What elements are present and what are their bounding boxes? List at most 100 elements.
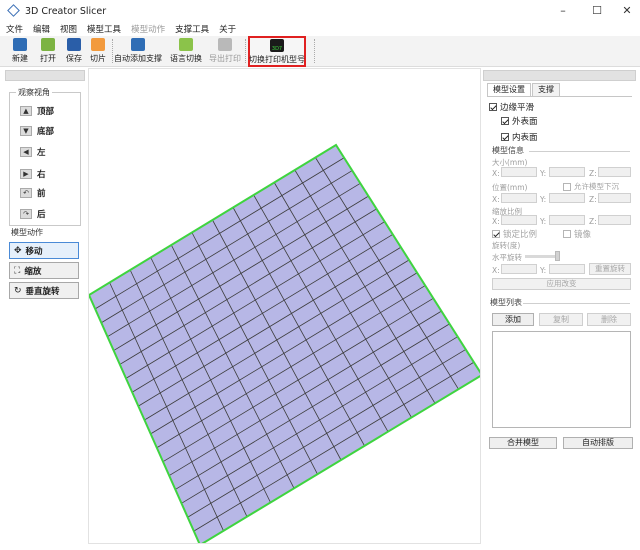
- 3d-viewport[interactable]: [88, 68, 481, 544]
- move-button[interactable]: ✥ 移动: [9, 242, 79, 259]
- menu-about[interactable]: 关于: [219, 23, 236, 35]
- left-panel-header: [5, 70, 85, 81]
- title-bar: 3D Creator Slicer – ☐ ✕: [0, 0, 640, 22]
- view-top-button[interactable]: ▲ 顶部: [20, 105, 54, 117]
- position-label: 位置(mm): [492, 183, 528, 192]
- scale-z-input[interactable]: [598, 215, 631, 225]
- new-file-icon: [13, 38, 27, 51]
- menu-edit[interactable]: 编辑: [33, 23, 50, 35]
- checkbox-checked-icon: [492, 230, 500, 238]
- inner-surface-checkbox[interactable]: 内表面: [501, 131, 538, 143]
- new-button[interactable]: 新建: [8, 37, 32, 66]
- tab-model-settings[interactable]: 模型设置: [487, 83, 531, 96]
- apply-changes-button[interactable]: 应用改变: [492, 278, 631, 290]
- outer-surface-checkbox[interactable]: 外表面: [501, 115, 538, 127]
- view-front-button[interactable]: ↶ 前: [20, 187, 46, 199]
- scale-x-label: X:: [492, 217, 500, 226]
- rotation-x-label: X:: [492, 266, 500, 275]
- open-icon: [41, 38, 55, 51]
- switch-printer-model-button[interactable]: 3D7 切换打印机型号: [248, 36, 306, 67]
- menu-support-tools[interactable]: 支撑工具: [175, 23, 209, 35]
- copy-model-button[interactable]: 复制: [539, 313, 583, 326]
- tab-support[interactable]: 支撑: [532, 83, 560, 96]
- scale-x-input[interactable]: [501, 215, 537, 225]
- rotation-y-input[interactable]: [549, 264, 585, 274]
- rotate-icon: ↻: [14, 285, 22, 296]
- position-y-label: Y:: [540, 195, 547, 204]
- left-view-icon: ◀: [20, 147, 32, 157]
- smooth-edges-checkbox[interactable]: 边缘平滑: [489, 101, 534, 113]
- checkbox-unchecked-icon: [563, 182, 571, 191]
- build-plate-surface[interactable]: [89, 145, 481, 544]
- outer-surface-label: 外表面: [512, 117, 538, 127]
- scale-y-input[interactable]: [549, 215, 585, 225]
- size-y-input[interactable]: [549, 167, 585, 177]
- model-list-box[interactable]: [492, 331, 631, 428]
- allow-sink-checkbox[interactable]: 允许模型下沉: [563, 181, 619, 192]
- size-x-input[interactable]: [501, 167, 537, 177]
- export-print-button[interactable]: 导出打印: [208, 37, 242, 66]
- bottom-view-icon: ▼: [20, 126, 32, 136]
- auto-support-label: 自动添加支撑: [114, 54, 162, 63]
- scale-button[interactable]: ⛶ 缩放: [9, 262, 79, 279]
- position-x-input[interactable]: [501, 193, 537, 203]
- close-button[interactable]: ✕: [612, 0, 640, 22]
- view-bottom-button[interactable]: ▼ 底部: [20, 125, 54, 137]
- rotation-slider-thumb[interactable]: [555, 251, 560, 261]
- export-print-label: 导出打印: [209, 54, 241, 63]
- printer-model-icon: 3D7: [270, 39, 284, 52]
- language-switch-button[interactable]: 语言切换: [169, 37, 203, 66]
- maximize-button[interactable]: ☐: [582, 0, 612, 22]
- right-panel-header: [483, 70, 636, 81]
- rotation-label: 旋转(度): [492, 241, 521, 250]
- menu-model-actions[interactable]: 模型动作: [131, 23, 165, 35]
- add-model-button[interactable]: 添加: [492, 313, 534, 326]
- auto-support-button[interactable]: 自动添加支撑: [114, 37, 162, 66]
- lock-ratio-checkbox[interactable]: 锁定比例: [492, 228, 537, 240]
- reset-rotation-button[interactable]: 重置旋转: [589, 263, 631, 275]
- save-button[interactable]: 保存: [62, 37, 86, 66]
- view-right-button[interactable]: ▶ 右: [20, 168, 46, 180]
- view-left-button[interactable]: ◀ 左: [20, 146, 46, 158]
- toolbar-separator: [314, 39, 315, 63]
- tab-divider: [487, 96, 632, 97]
- minimize-button[interactable]: –: [548, 0, 578, 22]
- settings-tabs: 模型设置 支撑: [487, 83, 561, 96]
- view-back-button[interactable]: ↷ 后: [20, 208, 46, 220]
- view-angle-title: 观察视角: [16, 87, 52, 98]
- right-panel: 模型设置 支撑 边缘平滑 外表面 内表面 模型信息 大小(mm) X: Y: Z…: [483, 70, 636, 544]
- move-icon: ✥: [14, 245, 22, 256]
- section-divider: [529, 151, 630, 152]
- auto-arrange-button[interactable]: 自动排版: [563, 437, 633, 449]
- vertical-rotate-button[interactable]: ↻ 垂直旋转: [9, 282, 79, 299]
- slice-button[interactable]: 切片: [87, 37, 109, 66]
- position-y-input[interactable]: [549, 193, 585, 203]
- inner-surface-label: 内表面: [512, 133, 538, 143]
- rotation-x-input[interactable]: [501, 264, 537, 274]
- mirror-checkbox[interactable]: 镜像: [563, 228, 591, 240]
- view-right-label: 右: [37, 170, 46, 180]
- view-front-label: 前: [37, 189, 46, 199]
- save-icon: [67, 38, 81, 51]
- model-info-title: 模型信息: [492, 146, 524, 155]
- position-z-input[interactable]: [598, 193, 631, 203]
- slice-label: 切片: [90, 54, 106, 63]
- mirror-label: 镜像: [574, 230, 592, 240]
- left-panel: 观察视角 ▲ 顶部 ▼ 底部 ◀ 左 ▶ 右 ↶ 前 ↷ 后 模型动作 ✥ 移动: [5, 70, 85, 544]
- vertical-rotate-label: 垂直旋转: [25, 286, 60, 297]
- scale-label: 缩放: [24, 266, 42, 277]
- language-label: 语言切换: [170, 54, 202, 63]
- build-plate[interactable]: [89, 69, 481, 544]
- export-print-icon: [218, 38, 232, 51]
- checkbox-checked-icon: [501, 133, 509, 141]
- rotation-slider-track[interactable]: [525, 255, 559, 258]
- menu-view[interactable]: 视图: [60, 23, 77, 35]
- open-label: 打开: [40, 54, 56, 63]
- size-z-input[interactable]: [598, 167, 631, 177]
- merge-models-button[interactable]: 合并模型: [489, 437, 557, 449]
- checkbox-checked-icon: [489, 103, 497, 111]
- menu-file[interactable]: 文件: [6, 23, 23, 35]
- delete-model-button[interactable]: 删除: [587, 313, 631, 326]
- menu-model-tools[interactable]: 模型工具: [87, 23, 121, 35]
- open-button[interactable]: 打开: [36, 37, 60, 66]
